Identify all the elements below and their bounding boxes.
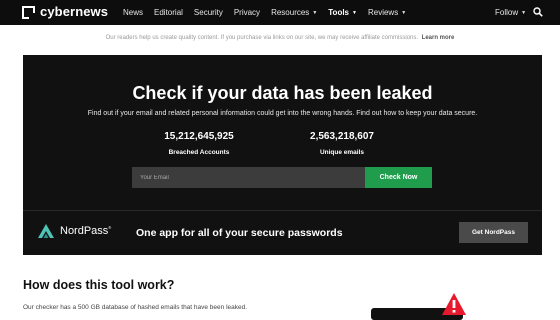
nav-security[interactable]: Security [194,8,223,17]
check-now-button[interactable]: Check Now [365,167,432,188]
leak-checker-hero: Check if your data has been leaked Find … [23,55,542,255]
hero-title: Check if your data has been leaked [132,83,433,103]
get-nordpass-button[interactable]: Get NordPass [459,222,528,243]
chevron-down-icon: ▼ [401,10,407,16]
top-navigation-bar: cybernews News Editorial Security Privac… [0,0,560,25]
nordpass-logo-icon [38,224,54,238]
chevron-down-icon: ▼ [312,10,318,16]
section-text: Our checker has a 500 GB database of has… [23,304,248,311]
nav-editorial[interactable]: Editorial [154,8,183,17]
nav-tools[interactable]: Tools ▼ [328,8,357,17]
stat-breached-accounts: 15,212,645,925 Breached Accounts [139,131,259,156]
nav-privacy[interactable]: Privacy [234,8,260,17]
affiliate-notice-text: Our readers help us create quality conte… [105,35,418,41]
affiliate-notice: Our readers help us create quality conte… [0,35,560,41]
email-input[interactable] [132,167,365,188]
hero-subtitle: Find out if your email and related perso… [87,110,478,117]
search-icon[interactable] [533,7,543,17]
nordpass-name: NordPass® [60,225,112,237]
nav-reviews[interactable]: Reviews ▼ [368,8,406,17]
section-title: How does this tool work? [23,278,175,292]
stat-value: 2,563,218,607 [310,131,374,142]
stat-label: Unique emails [319,149,365,156]
chevron-down-icon: ▼ [521,9,527,16]
nav-news[interactable]: News [123,8,143,17]
divider [23,210,542,211]
stat-unique-emails: 2,563,218,607 Unique emails [282,131,402,156]
follow-label: Follow [495,8,519,17]
promo-tagline: One app for all of your secure passwords [136,227,343,239]
stat-value: 15,212,645,925 [164,131,234,142]
warning-icon [442,293,466,315]
learn-more-link[interactable]: Learn more [422,35,455,41]
brand-name: cybernews [40,4,109,19]
stat-label: Breached Accounts [168,149,230,156]
chevron-down-icon: ▼ [352,10,357,16]
main-menu: News Editorial Security Privacy Resource… [123,0,417,25]
nav-resources[interactable]: Resources ▼ [271,8,317,17]
nordpass-logo[interactable]: NordPass® [37,222,111,240]
cybernews-logo[interactable]: cybernews [22,4,108,20]
cybernews-logo-icon [22,5,35,19]
follow-menu[interactable]: Follow ▼ [495,0,526,25]
